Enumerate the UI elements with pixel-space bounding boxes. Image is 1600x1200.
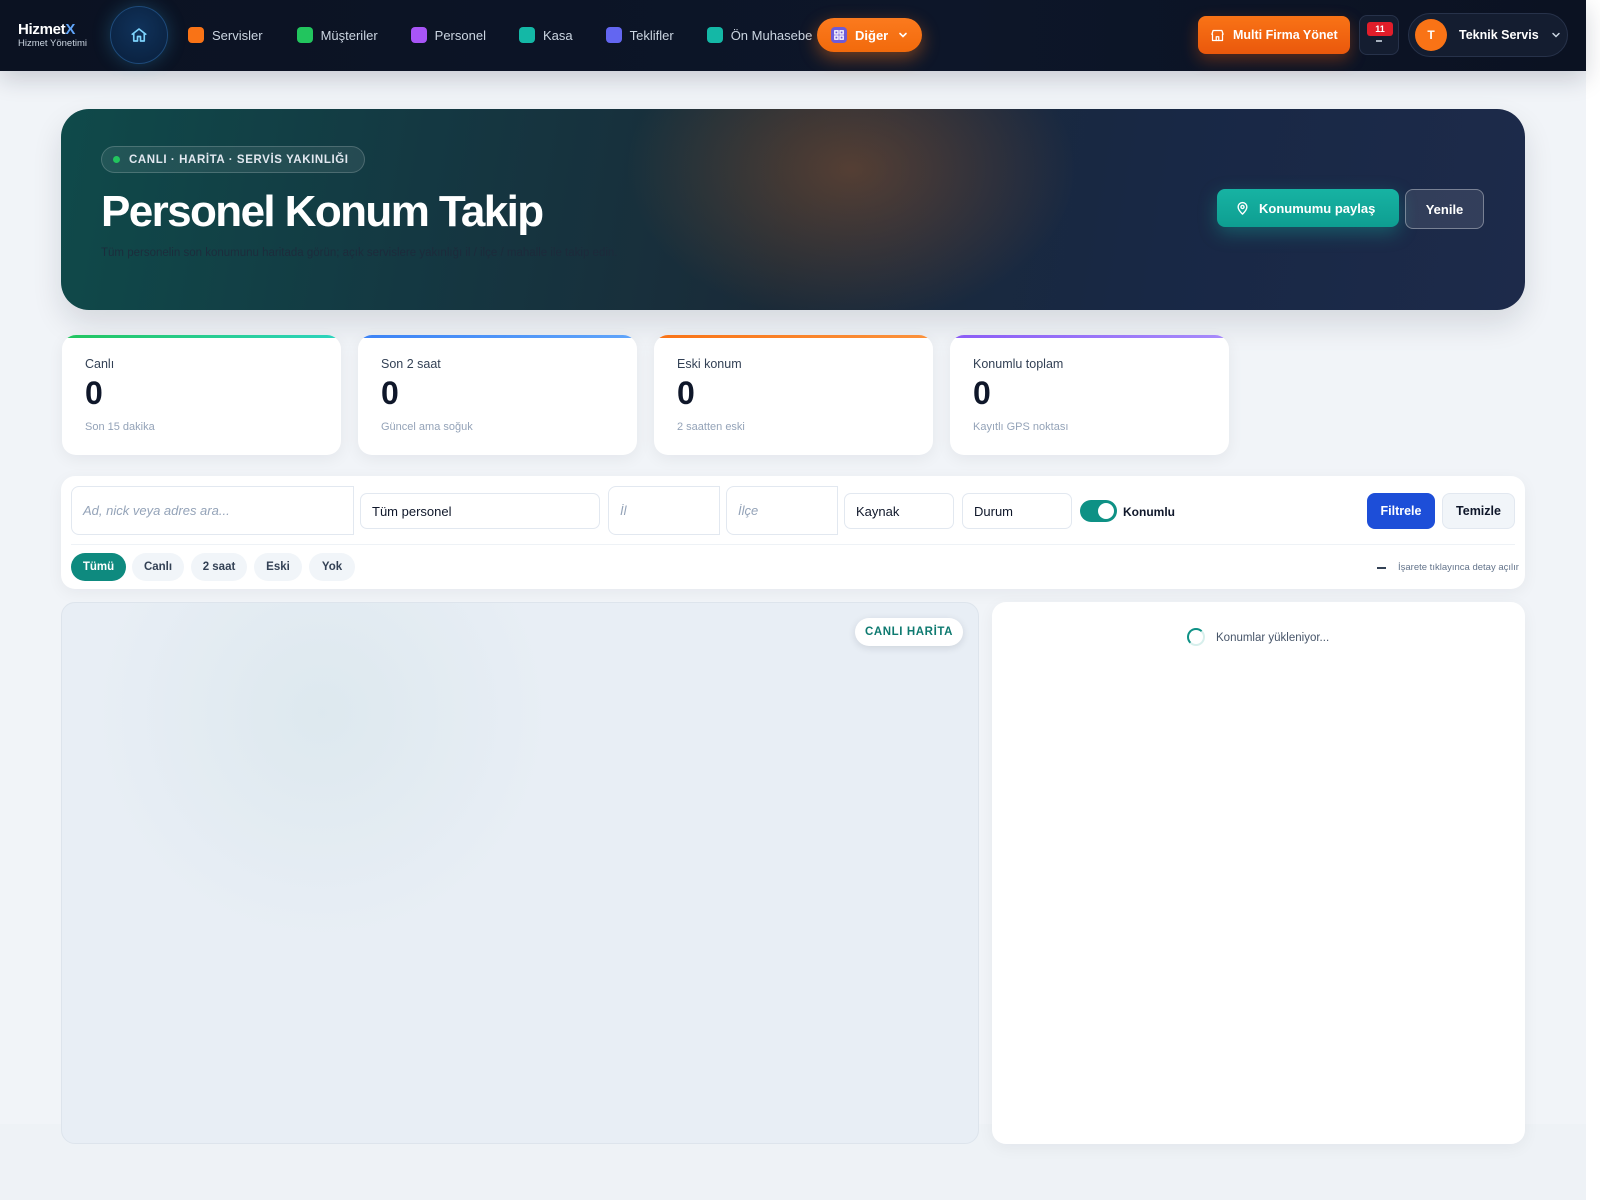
bell-icon — [1376, 40, 1382, 42]
kasa-icon — [518, 27, 535, 43]
servisler-icon — [188, 27, 204, 43]
stat-label: Canlı — [85, 357, 115, 371]
map-pin-icon — [1237, 201, 1248, 215]
store-icon — [1211, 29, 1224, 41]
stat-card-last-2h: Son 2 saat 0 Güncel ama soğuk — [358, 335, 637, 455]
stat-note: Güncel ama soğuk — [381, 421, 473, 433]
nav-item-servisler[interactable]: Servisler — [188, 24, 263, 46]
status-chip-old[interactable]: Eski — [254, 553, 302, 581]
nav-item-kasa[interactable]: Kasa — [518, 24, 573, 46]
located-only-toggle[interactable] — [1080, 500, 1117, 522]
page-subtitle: Tüm personelin son konumunu haritada gör… — [101, 247, 618, 259]
live-status-dot — [113, 156, 120, 163]
status-chip-all[interactable]: Tümü — [71, 553, 126, 581]
grid-icon — [831, 27, 847, 43]
nav-label: Servisler — [212, 27, 263, 43]
user-name: Teknik Servis — [1459, 28, 1539, 42]
stat-value: 0 — [85, 375, 103, 411]
nav-label: Kasa — [542, 27, 573, 43]
stat-label: Konumlu toplam — [973, 357, 1064, 371]
multi-company-label: Multi Firma Yönet — [1233, 28, 1338, 42]
apply-filter-button[interactable]: Filtrele — [1367, 493, 1435, 529]
refresh-button[interactable]: Yenile — [1405, 189, 1484, 229]
nav-label: Teklifler — [629, 27, 674, 43]
toggle-knob — [1098, 503, 1114, 519]
filter-divider — [71, 544, 1515, 545]
share-location-label: Konumumu paylaş — [1259, 200, 1376, 216]
hero-chip-label: CANLI · HARİTA · SERVİS YAKINLIĞI — [129, 153, 349, 166]
loading-spinner-icon — [1187, 628, 1205, 646]
nav-label: Personel — [434, 27, 486, 43]
province-input[interactable]: İl — [608, 486, 720, 535]
stat-label: Son 2 saat — [381, 357, 441, 371]
brand-subtitle: Hizmet Yönetimi — [18, 38, 87, 49]
marker-hint: İşarete tıklayınca detay açılır — [1377, 562, 1519, 573]
personnel-select[interactable]: Tüm personel — [360, 493, 600, 529]
notifications-button[interactable]: 11 — [1359, 15, 1399, 55]
status-chip-none[interactable]: Yok — [309, 553, 355, 581]
avatar: T — [1415, 19, 1447, 51]
nav-item-musteriler[interactable]: Müşteriler — [296, 24, 378, 46]
stat-accent-bar — [358, 335, 637, 338]
located-only-label: Konumlu — [1123, 505, 1175, 519]
brand-name: HizmetX — [18, 21, 76, 38]
stat-note: Kayıtlı GPS noktası — [973, 421, 1069, 433]
top-navigation-bar: HizmetX Hizmet Yönetimi Servisler Müşter… — [0, 0, 1586, 71]
stat-note: Son 15 dakika — [85, 421, 155, 433]
source-select[interactable]: Kaynak — [844, 493, 954, 529]
live-map-badge: CANLI HARİTA — [855, 618, 963, 646]
nav-item-teklifler[interactable]: Teklifler — [605, 24, 674, 46]
nav-label: Müşteriler — [320, 27, 378, 43]
more-menu-button[interactable]: Diğer — [817, 18, 922, 52]
multi-company-button[interactable]: Multi Firma Yönet — [1198, 16, 1350, 54]
main-nav: Servisler Müşteriler Personel Kasa Tekli… — [188, 24, 844, 46]
stat-card-old-location: Eski konum 0 2 saatten eski — [654, 335, 933, 455]
status-chip-2h[interactable]: 2 saat — [191, 553, 247, 581]
status-chip-live[interactable]: Canlı — [132, 553, 184, 581]
stat-accent-bar — [950, 335, 1229, 338]
page-edge — [1586, 0, 1600, 1200]
stat-value: 0 — [677, 375, 695, 411]
home-button[interactable] — [110, 6, 168, 64]
nav-label: Ön Muhasebe — [730, 27, 813, 43]
page-title: Personel Konum Takip — [101, 187, 544, 236]
share-location-button[interactable]: Konumumu paylaş — [1217, 189, 1399, 227]
clear-filter-button[interactable]: Temizle — [1442, 493, 1515, 529]
user-menu[interactable]: T Teknik Servis — [1408, 13, 1568, 57]
brand-logo[interactable]: HizmetX Hizmet Yönetimi — [18, 22, 87, 49]
marker-hint-text: İşarete tıklayınca detay açılır — [1398, 562, 1519, 573]
notification-count-badge: 11 — [1367, 22, 1393, 36]
nav-item-personel[interactable]: Personel — [410, 24, 486, 46]
location-list-panel: Konumlar yükleniyor... — [992, 602, 1525, 1144]
home-icon — [131, 28, 147, 42]
on-muhasebe-icon — [706, 27, 723, 43]
stat-note: 2 saatten eski — [677, 421, 745, 433]
stat-card-live: Canlı 0 Son 15 dakika — [62, 335, 341, 455]
musteriler-icon — [296, 27, 313, 43]
status-select[interactable]: Durum — [962, 493, 1072, 529]
stat-label: Eski konum — [677, 357, 742, 371]
nav-item-on-muhasebe[interactable]: Ön Muhasebe — [706, 24, 813, 46]
stat-accent-bar — [62, 335, 341, 338]
stat-accent-bar — [654, 335, 933, 338]
live-map[interactable] — [61, 602, 979, 1144]
filter-panel: Ad, nick veya adres ara... Tüm personel … — [61, 476, 1525, 589]
hero-banner: CANLI · HARİTA · SERVİS YAKINLIĞI Person… — [61, 109, 1525, 310]
personel-icon — [410, 27, 427, 43]
chevron-down-icon — [899, 32, 908, 38]
teklifler-icon — [605, 27, 622, 43]
legend-line-icon — [1377, 566, 1386, 569]
district-input[interactable]: İlçe — [726, 486, 838, 535]
live-map-chip: CANLI · HARİTA · SERVİS YAKINLIĞI — [101, 146, 365, 173]
stat-value: 0 — [973, 375, 991, 411]
search-input[interactable]: Ad, nick veya adres ara... — [71, 486, 354, 535]
more-menu-label: Diğer — [855, 27, 889, 43]
loading-text: Konumlar yükleniyor... — [1216, 632, 1330, 644]
chevron-down-icon — [1551, 32, 1560, 38]
stat-card-located-total: Konumlu toplam 0 Kayıtlı GPS noktası — [950, 335, 1229, 455]
stat-value: 0 — [381, 375, 399, 411]
